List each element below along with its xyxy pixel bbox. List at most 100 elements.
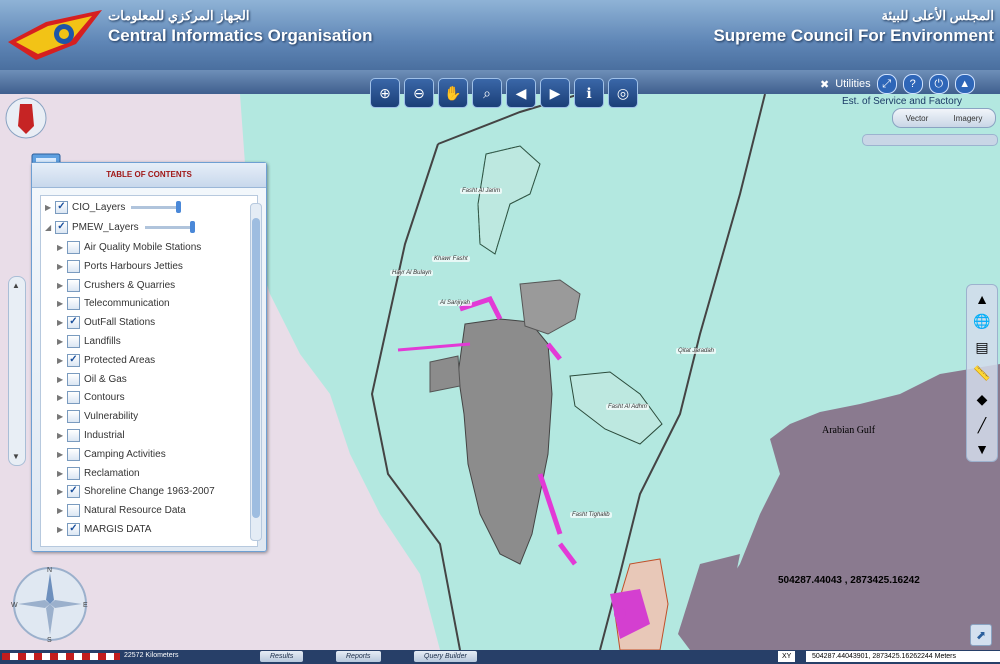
layer-checkbox[interactable]	[55, 221, 68, 234]
expand-arrow-icon[interactable]: ▶	[57, 393, 67, 402]
toc-layer-row[interactable]: ▶ Telecommunication	[57, 294, 170, 313]
next-extent-icon[interactable]: ▶	[540, 78, 570, 108]
toc-layer-row[interactable]: ▶ Landfills	[57, 332, 121, 351]
cio-name-english: Central Informatics Organisation	[108, 26, 373, 45]
slider-knob[interactable]	[189, 221, 195, 233]
results-button[interactable]: Results	[260, 651, 304, 662]
toc-layer-row[interactable]: ▶ Crushers & Quarries	[57, 276, 175, 295]
map-toolbar: ⊕ ⊖ ✋ ⌕ ◀ ▶ ℹ ◎	[370, 78, 638, 108]
expand-arrow-icon[interactable]: ▶	[57, 487, 67, 496]
toc-layer-row[interactable]: ▶ Air Quality Mobile Stations	[57, 238, 201, 257]
expand-arrow-icon[interactable]: ▶	[45, 203, 55, 212]
compass-rose-icon[interactable]: N S W E	[10, 565, 90, 643]
layer-checkbox[interactable]	[67, 410, 80, 424]
layer-label: Natural Resource Data	[84, 505, 186, 517]
expand-arrow-icon[interactable]: ▶	[57, 375, 67, 384]
toc-layer-row[interactable]: ▶ MARGIS DATA	[57, 520, 151, 539]
scroll-thumb[interactable]	[252, 218, 260, 518]
identify-icon[interactable]: ℹ	[574, 78, 604, 108]
toc-layer-row[interactable]: ▶ Camping Activities	[57, 445, 166, 464]
expand-arrow-icon[interactable]: ▶	[57, 469, 67, 478]
toc-layer-row[interactable]: ▶ Protected Areas	[57, 351, 155, 370]
opacity-slider[interactable]	[862, 134, 998, 146]
overview-map-toggle-icon[interactable]: ⬈	[970, 624, 992, 646]
svg-text:W: W	[11, 602, 18, 609]
expand-icon[interactable]: ⤢	[876, 74, 897, 94]
layer-checkbox[interactable]	[67, 316, 80, 330]
layer-checkbox[interactable]	[67, 391, 80, 405]
layer-checkbox[interactable]	[67, 485, 80, 499]
pan-hand-icon[interactable]: ✋	[438, 78, 468, 108]
layer-checkbox[interactable]	[67, 259, 80, 273]
expand-arrow-icon[interactable]: ▶	[57, 262, 67, 271]
toc-layer-row[interactable]: ▶ Natural Resource Data	[57, 501, 186, 520]
layer-checkbox[interactable]	[67, 241, 80, 254]
expand-arrow-icon[interactable]: ▶	[57, 412, 67, 421]
slider-knob[interactable]	[176, 201, 182, 213]
place-label: Fasht Tighalib	[570, 512, 612, 518]
eraser-icon[interactable]: ◆	[972, 389, 992, 409]
bahrain-map-icon[interactable]	[4, 96, 48, 140]
toc-layer-row[interactable]: ▶ Vulnerability	[57, 407, 138, 426]
expand-arrow-icon[interactable]: ▶	[57, 356, 67, 365]
layer-checkbox[interactable]	[67, 297, 80, 311]
toc-layer-row[interactable]: ▶ Contours	[57, 388, 125, 407]
expand-arrow-icon[interactable]: ▶	[57, 506, 67, 515]
toc-layer-row[interactable]: ▶ Ports Harbours Jetties	[57, 257, 183, 276]
imagery-option[interactable]: Imagery	[953, 114, 982, 123]
expand-arrow-icon[interactable]: ▶	[57, 431, 67, 440]
zoom-in-arrow-icon[interactable]: ▲	[12, 281, 20, 290]
expand-arrow-icon[interactable]: ▶	[57, 450, 67, 459]
layer-checkbox[interactable]	[67, 447, 80, 461]
layer-checkbox[interactable]	[67, 372, 80, 386]
toc-scrollbar[interactable]	[250, 203, 262, 541]
full-extent-icon[interactable]: ⌕	[472, 78, 502, 108]
layer-checkbox[interactable]	[67, 335, 80, 348]
layer-checkbox[interactable]	[67, 466, 80, 480]
layer-checkbox[interactable]	[67, 504, 80, 518]
zoom-out-icon[interactable]: ⊖	[404, 78, 434, 108]
reports-button[interactable]: Reports	[336, 651, 381, 662]
vector-imagery-toggle[interactable]: Vector Imagery	[892, 108, 996, 128]
zoom-out-arrow-icon[interactable]: ▼	[12, 452, 20, 461]
expand-arrow-icon[interactable]: ▶	[57, 318, 67, 327]
layer-checkbox[interactable]	[67, 278, 80, 292]
toc-layer-row[interactable]: ▶ Shoreline Change 1963-2007	[57, 482, 215, 501]
table-of-contents: TABLE OF CONTENTS ▶ CIO_Layers ◢ PMEW_La…	[31, 162, 267, 552]
layer-checkbox[interactable]	[67, 523, 80, 536]
measure-icon[interactable]: 📏	[972, 363, 992, 383]
expand-arrow-icon[interactable]: ▶	[57, 299, 67, 308]
previous-extent-icon[interactable]: ◀	[506, 78, 536, 108]
vector-option[interactable]: Vector	[906, 114, 929, 123]
opacity-slider[interactable]	[144, 221, 195, 233]
layer-checkbox[interactable]	[67, 353, 80, 367]
expand-arrow-icon[interactable]: ▼	[972, 439, 992, 459]
opacity-slider[interactable]	[131, 201, 182, 213]
help-icon[interactable]: ?	[902, 74, 923, 94]
toc-group[interactable]: ◢ PMEW_Layers	[45, 218, 195, 237]
expand-arrow-icon[interactable]: ▶	[57, 281, 67, 290]
toc-layer-row[interactable]: ▶ Reclamation	[57, 464, 140, 483]
expand-arrow-icon[interactable]: ▶	[57, 337, 67, 346]
power-icon[interactable]: ⏻	[928, 74, 949, 94]
collapse-icon[interactable]: ▲	[954, 74, 975, 94]
layer-checkbox[interactable]	[67, 429, 80, 442]
query-builder-button[interactable]: Query Builder	[414, 651, 477, 662]
collapse-arrow-icon[interactable]: ▲	[972, 289, 992, 309]
globe-search-icon[interactable]: 🌐	[972, 311, 992, 331]
layer-checkbox[interactable]	[55, 201, 68, 214]
utilities-menu[interactable]: ✖ Utilities ⤢ ? ⏻ ▲	[820, 74, 975, 94]
globe-icon[interactable]: ◎	[608, 78, 638, 108]
toc-layer-row[interactable]: ▶ Oil & Gas	[57, 370, 127, 389]
collapse-arrow-icon[interactable]: ◢	[45, 223, 55, 232]
layers-icon[interactable]: ▤	[972, 337, 992, 357]
toc-layer-row[interactable]: ▶ OutFall Stations	[57, 313, 155, 332]
expand-arrow-icon[interactable]: ▶	[57, 243, 67, 252]
toc-layer-row[interactable]: ▶ Industrial	[57, 426, 125, 445]
expand-arrow-icon[interactable]: ▶	[57, 525, 67, 534]
toc-group[interactable]: ▶ CIO_Layers	[45, 198, 182, 217]
zoom-in-icon[interactable]: ⊕	[370, 78, 400, 108]
zoom-slider[interactable]: ▲ ▼	[8, 276, 26, 466]
layer-label: Camping Activities	[84, 448, 166, 460]
draw-line-icon[interactable]: ╱	[972, 415, 992, 435]
